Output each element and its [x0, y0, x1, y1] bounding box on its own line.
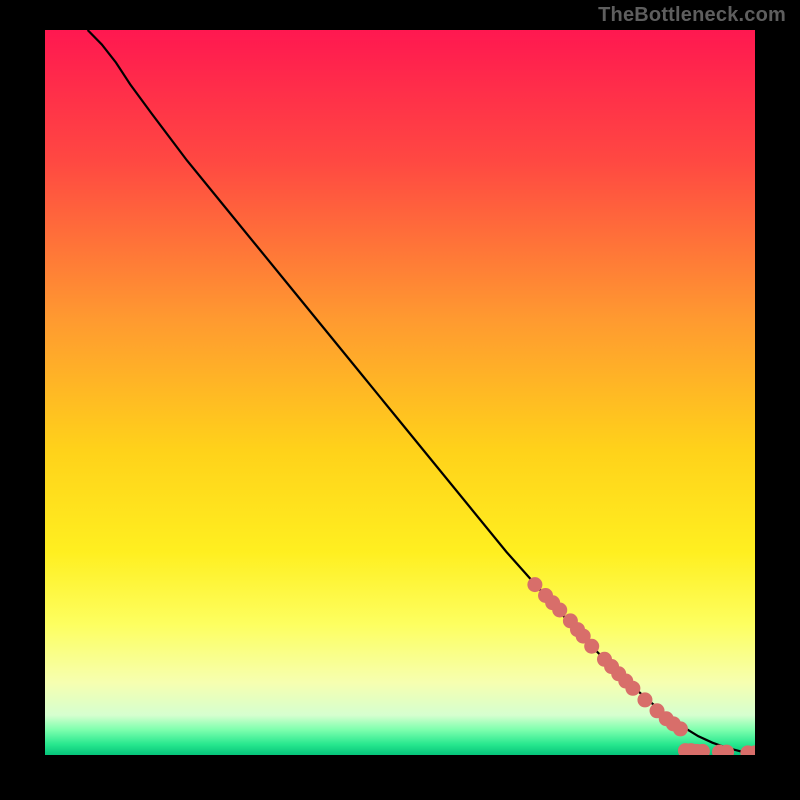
chart-frame: TheBottleneck.com: [0, 0, 800, 800]
chart-svg: [45, 30, 755, 755]
data-marker: [637, 692, 652, 707]
data-marker: [552, 603, 567, 618]
data-marker: [673, 721, 688, 736]
plot-area: [45, 30, 755, 755]
gradient-background: [45, 30, 755, 755]
data-marker: [625, 681, 640, 696]
data-marker: [527, 577, 542, 592]
data-marker: [584, 639, 599, 654]
watermark-text: TheBottleneck.com: [598, 4, 786, 27]
